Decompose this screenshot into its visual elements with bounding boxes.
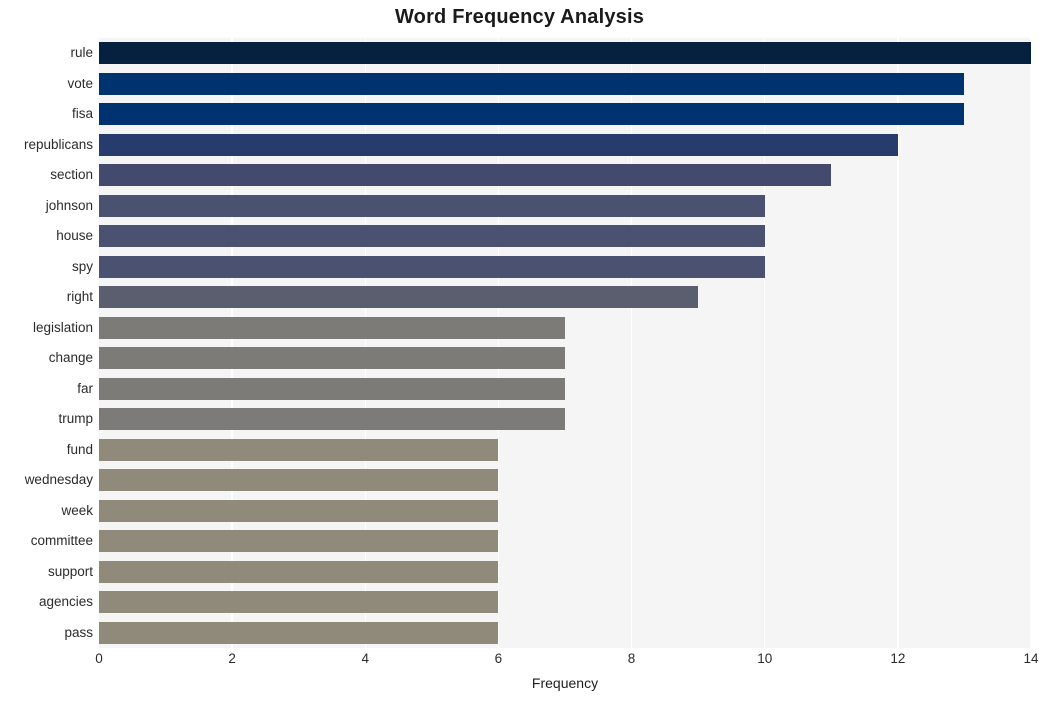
bar-trump[interactable]	[99, 408, 565, 431]
bar-fund[interactable]	[99, 438, 499, 461]
bar-row[interactable]	[99, 103, 1031, 126]
y-tick-label-pass: pass	[64, 624, 93, 640]
y-tick-label-right: right	[66, 289, 93, 305]
x-axis-tick-labels: 0 2 4 6 8 10 12 14	[95, 651, 1038, 673]
bar-spy[interactable]	[99, 255, 765, 278]
bars-layer	[99, 38, 1031, 648]
x-axis-title: Frequency	[531, 675, 599, 691]
bar-week[interactable]	[99, 499, 499, 522]
bar-committee[interactable]	[99, 530, 499, 553]
bar-pass[interactable]	[99, 621, 499, 644]
y-tick-label-legislation: legislation	[32, 319, 93, 335]
bar-row[interactable]	[99, 530, 1031, 553]
bar-support[interactable]	[99, 560, 499, 583]
y-tick-label-house: house	[56, 228, 93, 244]
bar-fisa[interactable]	[99, 103, 965, 126]
bar-row[interactable]	[99, 286, 1031, 309]
bar-row[interactable]	[99, 469, 1031, 492]
y-tick-label-change: change	[48, 350, 93, 366]
bar-change[interactable]	[99, 347, 565, 370]
y-tick-label-johnson: johnson	[45, 197, 93, 213]
bar-johnson[interactable]	[99, 194, 765, 217]
bar-row[interactable]	[99, 194, 1031, 217]
x-tick-label-8: 8	[627, 651, 636, 666]
bar-rule[interactable]	[99, 42, 1031, 65]
chart-title: Word Frequency Analysis	[394, 6, 645, 28]
bar-row[interactable]	[99, 560, 1031, 583]
bar-row[interactable]	[99, 225, 1031, 248]
bar-row[interactable]	[99, 42, 1031, 65]
y-tick-label-wednesday: wednesday	[24, 472, 93, 488]
x-tick-label-12: 12	[890, 651, 906, 666]
bar-agencies[interactable]	[99, 591, 499, 614]
bar-row[interactable]	[99, 316, 1031, 339]
x-tick-label-14: 14	[1023, 651, 1039, 666]
x-tick-label-0: 0	[95, 651, 103, 666]
y-tick-label-vote: vote	[67, 75, 93, 91]
y-tick-label-spy: spy	[71, 258, 93, 274]
bar-wednesday[interactable]	[99, 469, 499, 492]
bar-row[interactable]	[99, 133, 1031, 156]
y-axis-category-labels: rule vote fisa republicans section johnson hou…	[0, 38, 93, 648]
bar-house[interactable]	[99, 225, 765, 248]
bar-section[interactable]	[99, 164, 832, 187]
bar-row[interactable]	[99, 347, 1031, 370]
bar-row[interactable]	[99, 591, 1031, 614]
y-tick-label-republicans: republicans	[23, 136, 93, 152]
y-tick-label-section: section	[50, 167, 93, 183]
bar-row[interactable]	[99, 377, 1031, 400]
x-tick-label-2: 2	[228, 651, 236, 666]
bar-row[interactable]	[99, 499, 1031, 522]
bar-far[interactable]	[99, 377, 565, 400]
y-tick-label-support: support	[47, 563, 93, 579]
y-tick-label-fisa: fisa	[71, 106, 93, 122]
bar-republicans[interactable]	[99, 133, 898, 156]
bar-row[interactable]	[99, 408, 1031, 431]
bar-vote[interactable]	[99, 72, 965, 95]
x-tick-label-6: 6	[494, 651, 503, 666]
y-tick-label-far: far	[77, 380, 93, 396]
bar-row[interactable]	[99, 164, 1031, 187]
y-tick-label-agencies: agencies	[38, 594, 93, 610]
bar-right[interactable]	[99, 286, 699, 309]
bar-row[interactable]	[99, 438, 1031, 461]
bar-row[interactable]	[99, 621, 1031, 644]
y-tick-label-rule: rule	[70, 45, 93, 61]
y-tick-label-trump: trump	[58, 411, 93, 427]
bar-row[interactable]	[99, 255, 1031, 278]
x-tick-label-10: 10	[757, 651, 773, 666]
x-tick-label-4: 4	[361, 651, 370, 666]
bar-legislation[interactable]	[99, 316, 565, 339]
y-tick-label-week: week	[61, 502, 93, 518]
word-frequency-chart: Word Frequency Analysis rule vote fisa repu…	[0, 0, 1039, 701]
y-tick-label-committee: committee	[30, 533, 93, 549]
bar-row[interactable]	[99, 72, 1031, 95]
y-tick-label-fund: fund	[66, 441, 93, 457]
